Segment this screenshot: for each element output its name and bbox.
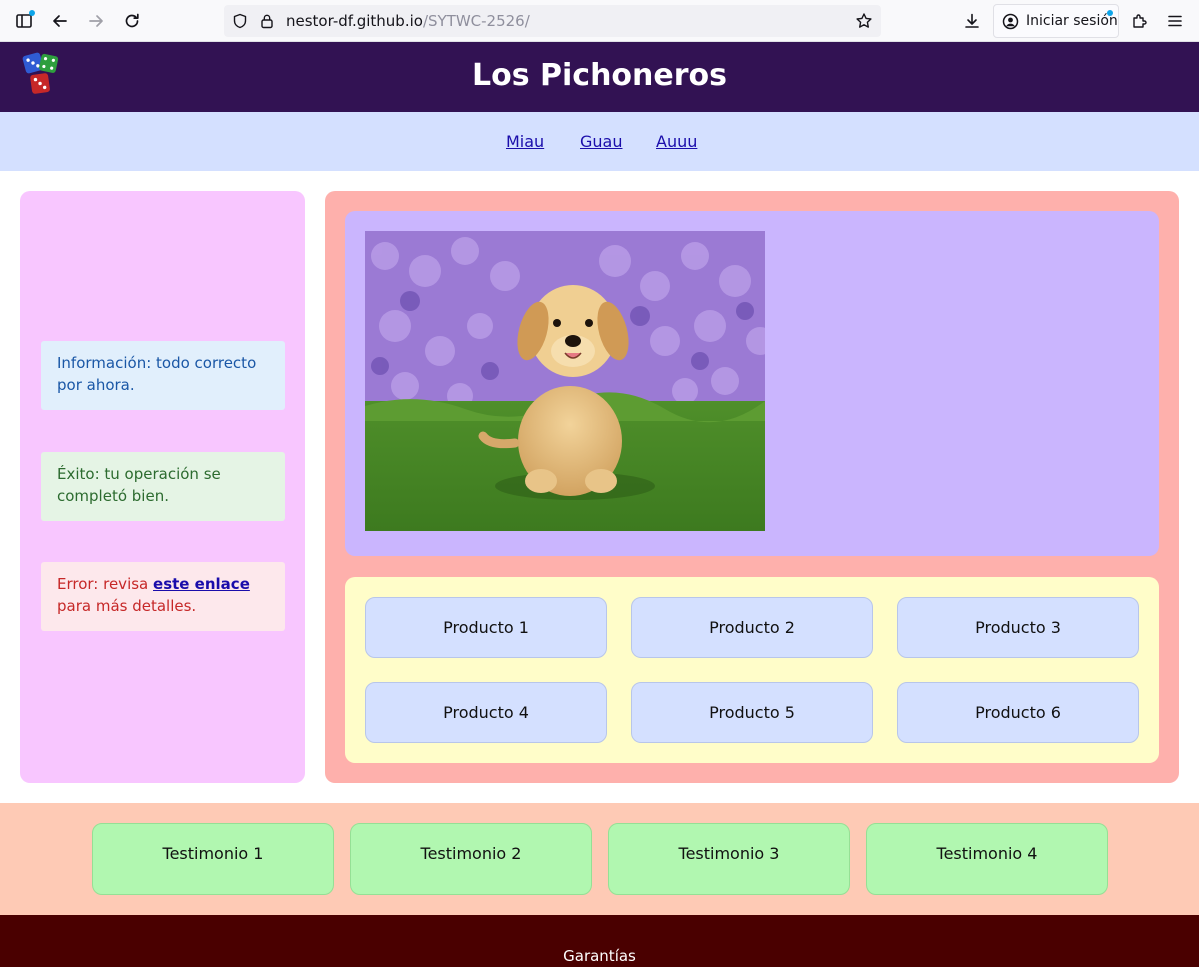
sidebar-toggle-button[interactable] (8, 5, 40, 37)
app-menu-button[interactable] (1159, 5, 1191, 37)
nav-link-miau[interactable]: Miau (506, 132, 544, 151)
site-header: Los Pichoneros (0, 42, 1199, 112)
reload-button[interactable] (116, 5, 148, 37)
back-button[interactable] (44, 5, 76, 37)
forward-button[interactable] (80, 5, 112, 37)
main-content: Producto 1 Producto 2 Producto 3 Product… (325, 191, 1179, 783)
nav-link-guau[interactable]: Guau (580, 132, 622, 151)
downloads-button[interactable] (956, 5, 988, 37)
star-icon[interactable] (855, 12, 873, 30)
url-path: /SYTWC-2526/ (422, 12, 530, 30)
account-icon (1002, 13, 1019, 30)
url-text: nestor-df.github.io/SYTWC-2526/ (286, 12, 530, 30)
extensions-button[interactable] (1124, 5, 1156, 37)
download-icon (965, 13, 979, 28)
error-details-link[interactable]: este enlace (153, 575, 250, 593)
products-section: Producto 1 Producto 2 Producto 3 Product… (345, 577, 1159, 763)
signin-button[interactable]: Iniciar sesión (993, 4, 1119, 38)
product-card-4[interactable]: Producto 4 (365, 682, 607, 743)
main-nav: Miau Guau Auuu (0, 112, 1199, 171)
success-alert: Éxito: tu operación se completó bien. (41, 452, 285, 521)
product-card-2[interactable]: Producto 2 (631, 597, 873, 658)
product-card-5[interactable]: Producto 5 (631, 682, 873, 743)
testimonial-card-2[interactable]: Testimonio 2 (350, 823, 592, 895)
browser-toolbar: nestor-df.github.io/SYTWC-2526/ Iniciar … (0, 0, 1199, 42)
error-alert-prefix: Error: revisa (57, 575, 154, 593)
testimonial-card-4[interactable]: Testimonio 4 (866, 823, 1108, 895)
testimonial-card-1[interactable]: Testimonio 1 (92, 823, 334, 895)
back-icon (53, 15, 67, 27)
error-alert: Error: revisa este enlace para más detal… (41, 562, 285, 631)
forward-icon (89, 15, 103, 27)
notification-dot (29, 10, 35, 16)
reload-icon (125, 13, 139, 28)
testimonial-card-3[interactable]: Testimonio 3 (608, 823, 850, 895)
sidebar: Información: todo correcto por ahora. Éx… (20, 191, 305, 783)
footer-text: Garantías (563, 947, 636, 965)
testimonials-section: Testimonio 1 Testimonio 2 Testimonio 3 T… (0, 803, 1199, 915)
hero-section (345, 211, 1159, 556)
error-alert-suffix: para más detalles. (57, 597, 197, 615)
site-title: Los Pichoneros (471, 58, 727, 93)
puppy-photo (365, 231, 765, 531)
info-alert: Información: todo correcto por ahora. (41, 341, 285, 410)
nav-link-auuu[interactable]: Auuu (656, 132, 697, 151)
shield-icon (233, 13, 247, 29)
lock-icon (261, 14, 273, 29)
product-card-3[interactable]: Producto 3 (897, 597, 1139, 658)
product-card-1[interactable]: Producto 1 (365, 597, 607, 658)
menu-icon (1168, 15, 1182, 27)
url-host: nestor-df.github.io (286, 12, 423, 30)
signin-notification-dot (1107, 10, 1113, 16)
site-footer: Garantías (0, 915, 1199, 967)
product-card-6[interactable]: Producto 6 (897, 682, 1139, 743)
address-bar[interactable]: nestor-df.github.io/SYTWC-2526/ (224, 5, 881, 37)
signin-label: Iniciar sesión (1026, 13, 1118, 29)
extensions-icon (1133, 14, 1147, 28)
